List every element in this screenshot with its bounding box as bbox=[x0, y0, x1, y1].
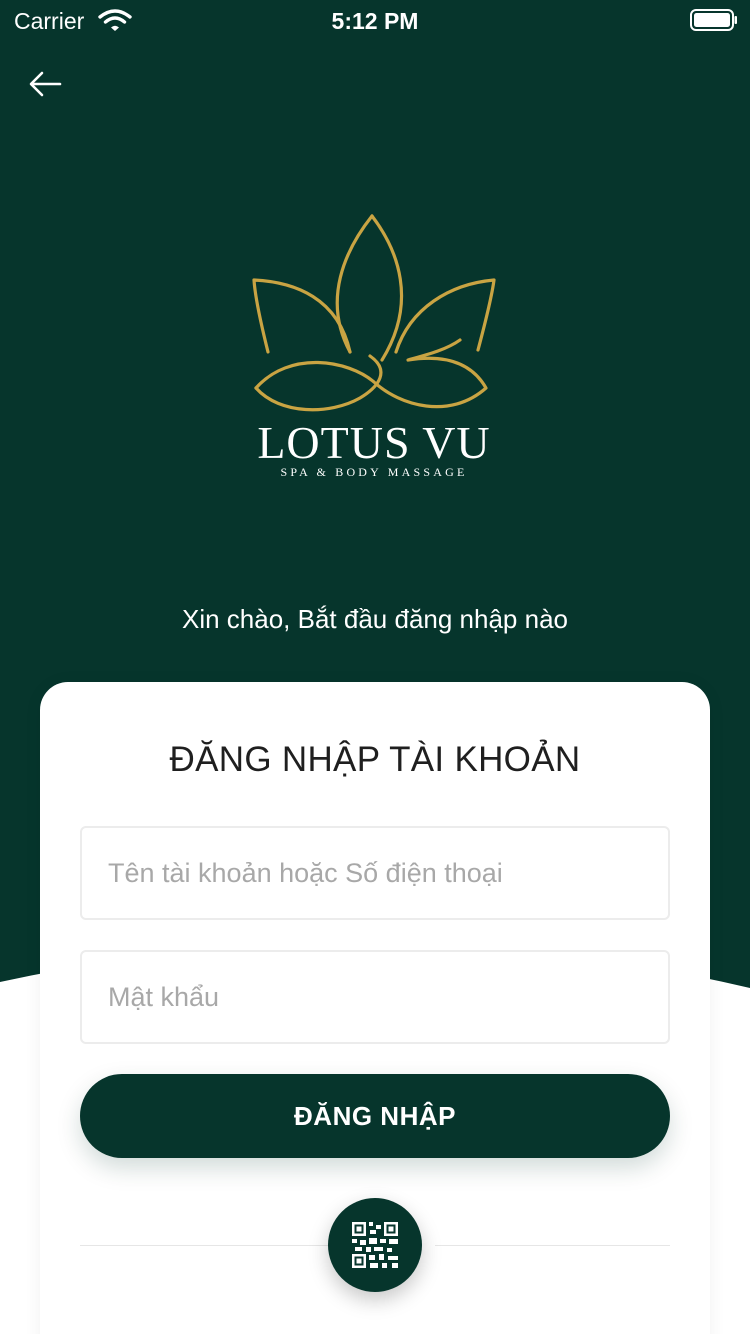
brand-logo: LOTUS VU SPA & BODY MASSAGE bbox=[252, 214, 496, 479]
password-input[interactable] bbox=[80, 950, 670, 1044]
lotus-icon bbox=[252, 214, 496, 412]
login-button[interactable]: ĐĂNG NHẬP bbox=[80, 1074, 670, 1158]
logo-name: LOTUS VU bbox=[257, 417, 490, 468]
qr-login-button[interactable] bbox=[328, 1198, 422, 1292]
battery-icon bbox=[690, 9, 737, 31]
divider-right bbox=[435, 1245, 670, 1246]
logo-tagline: SPA & BODY MASSAGE bbox=[280, 465, 467, 479]
arrow-left-icon[interactable] bbox=[26, 66, 66, 102]
username-input[interactable] bbox=[80, 826, 670, 920]
login-screen: Carrier 5:12 PM LOTUS VU SPA & BODY MASS… bbox=[0, 0, 750, 1334]
login-title: ĐĂNG NHẬP TÀI KHOẢN bbox=[169, 740, 581, 779]
divider-left bbox=[80, 1245, 330, 1246]
status-time: 5:12 PM bbox=[331, 8, 419, 34]
status-bar: Carrier 5:12 PM bbox=[0, 0, 750, 40]
login-card: ĐĂNG NHẬP TÀI KHOẢN ĐĂNG NHẬP bbox=[40, 682, 710, 1334]
qr-code-icon bbox=[352, 1222, 398, 1268]
greeting-text: Xin chào, Bắt đầu đăng nhập nào bbox=[182, 604, 568, 634]
